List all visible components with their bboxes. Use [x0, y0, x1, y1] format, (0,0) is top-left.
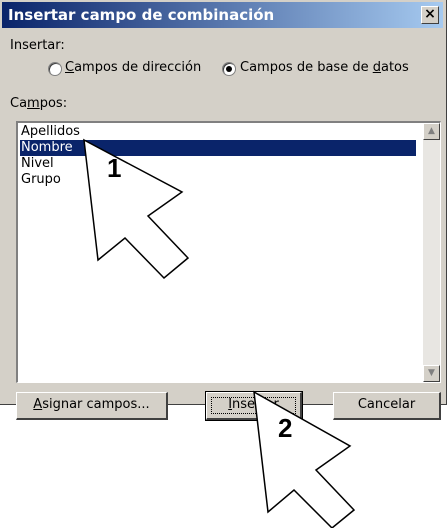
radio-database-fields[interactable] [222, 62, 236, 76]
radio-address-fields[interactable] [48, 62, 62, 76]
assign-fields-label: signar campos... [42, 397, 150, 412]
fields-label-mnemonic: m [27, 96, 40, 111]
radio-database-label[interactable]: Campos de base de datos [240, 60, 409, 75]
vertical-scrollbar[interactable]: ▲ ▼ [423, 123, 440, 382]
assign-fields-button[interactable]: Asignar campos... [16, 392, 168, 420]
scroll-up-arrow-icon[interactable]: ▲ [423, 123, 440, 140]
annotation-step-2: 2 [278, 413, 293, 443]
radio-address-label-text: ampos de dirección [74, 60, 202, 75]
radio-database-label-text-end: atos [380, 60, 409, 75]
radio-database-label-text: Campos de base de [240, 60, 373, 75]
dialog-title: Insertar campo de combinación [8, 6, 275, 24]
radio-database-label-mnemonic: d [372, 60, 381, 75]
annotation-arrow-2-icon [253, 390, 356, 528]
radio-address-label-mnemonic: C [65, 60, 75, 75]
scroll-down-arrow-icon[interactable]: ▼ [423, 365, 440, 382]
close-button[interactable]: × [421, 6, 439, 24]
radio-address-label[interactable]: Campos de dirección [65, 60, 201, 75]
fields-label-text: Ca [10, 96, 28, 111]
assign-fields-mnemonic: A [33, 397, 43, 412]
insert-label: Insertar: [10, 38, 65, 53]
annotation-step-1: 1 [107, 153, 122, 183]
annotation-arrow-1-icon [83, 138, 190, 280]
title-bar: Insertar campo de combinación × [2, 2, 443, 28]
fields-label: Campos: [10, 96, 67, 111]
fields-label-text-end: pos: [39, 96, 68, 111]
